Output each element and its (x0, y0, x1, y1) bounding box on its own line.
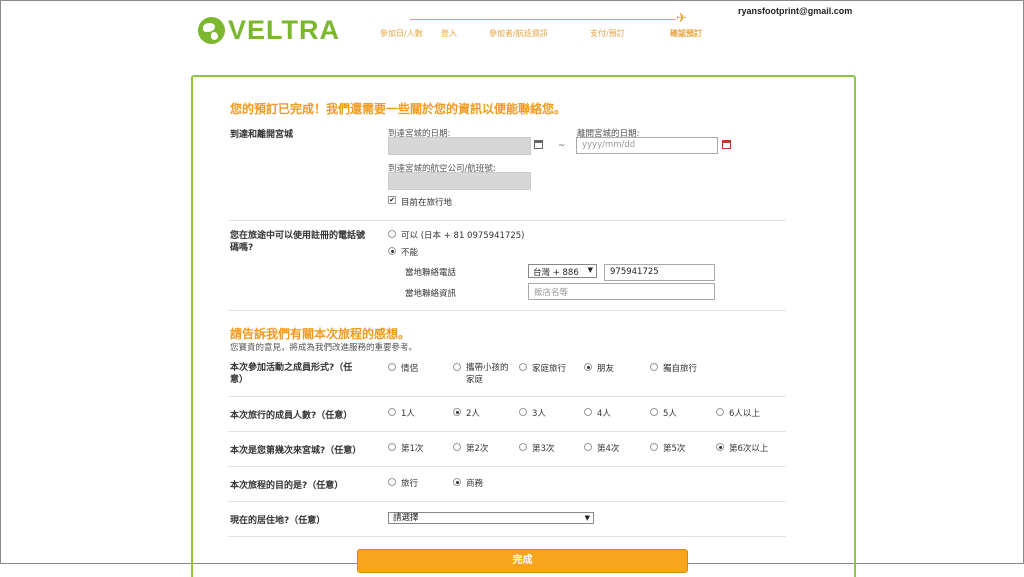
calendar-icon[interactable] (722, 140, 731, 149)
group-size-radio[interactable] (388, 408, 396, 416)
phone-no-label: 不能 (401, 248, 419, 258)
phone-no-radio[interactable] (388, 247, 396, 255)
purpose-option: 商務 (466, 479, 484, 489)
user-email[interactable]: ryansfootprint@gmail.com (738, 6, 852, 16)
companion-option: 攜帶小孩的家庭 (466, 363, 509, 385)
residence-question-label: 現在的居住地?（任意） (230, 516, 326, 526)
group-size-option: 1人 (401, 409, 415, 419)
step-date: 參加日/人數 (380, 29, 423, 38)
phone-question-label: 您在旅途中可以使用註冊的電話號碼嗎? (230, 231, 366, 253)
hotel-input[interactable]: 飯店名等 (528, 283, 715, 300)
group-size-option: 5人 (663, 409, 677, 419)
group-size-question-label: 本次旅行的成員人數?（任意） (230, 411, 353, 421)
visits-option: 第6次以上 (729, 444, 769, 454)
visits-radio[interactable] (388, 443, 396, 451)
step-participant: 參加者/航班資訊 (489, 29, 548, 38)
divider (228, 310, 786, 311)
veltra-logo[interactable]: VELTRA (198, 15, 340, 45)
purpose-question-label: 本次旅程的目的是?（任意） (230, 481, 344, 491)
local-contact-label: 當地聯絡資訊 (405, 289, 457, 299)
visits-radio[interactable] (650, 443, 658, 451)
companion-option: 情侶 (401, 364, 419, 374)
companion-radio[interactable] (388, 363, 396, 371)
globe-icon (198, 16, 225, 44)
divider (228, 396, 786, 397)
divider (228, 431, 786, 432)
group-size-radio[interactable] (453, 408, 461, 416)
group-size-option: 4人 (597, 409, 611, 419)
group-size-radio[interactable] (519, 408, 527, 416)
airline-input[interactable] (388, 172, 531, 190)
step-payment: 支付/預訂 (590, 29, 625, 38)
visits-option: 第1次 (401, 444, 424, 454)
dropdown-caret-icon: ▼ (587, 266, 593, 274)
arrival-date-input[interactable] (388, 137, 531, 155)
feedback-subtitle: 您寶貴的意見，將成為我們改進服務的重要參考。 (230, 343, 418, 353)
visits-option: 第2次 (466, 444, 489, 454)
purpose-option: 旅行 (401, 479, 419, 489)
dropdown-caret-icon: ▼ (584, 514, 590, 522)
step-confirm: 確認預訂 (670, 29, 702, 38)
group-size-option: 2人 (466, 409, 480, 419)
companion-option: 朋友 (597, 364, 615, 374)
completion-title: 您的預訂已完成！我們還需要一些關於您的資訊以便能聯絡您。 (230, 102, 567, 116)
departure-date-input[interactable]: yyyy/mm/dd (576, 137, 718, 154)
visits-option: 第4次 (597, 444, 620, 454)
visits-radio[interactable] (519, 443, 527, 451)
companion-question-label: 本次參加活動之成員形式?（任意） (230, 363, 353, 385)
phone-yes-label: 可以 (日本 + 81 0975941725) (401, 231, 525, 241)
group-size-radio[interactable] (716, 408, 724, 416)
divider (228, 501, 786, 502)
feedback-title: 請告訴我們有關本次旅程的感想。 (230, 327, 411, 341)
companion-radio[interactable] (650, 363, 658, 371)
logo-text: VELTRA (228, 14, 340, 45)
visits-radio[interactable] (453, 443, 461, 451)
divider (228, 220, 786, 221)
calendar-icon[interactable] (534, 140, 543, 149)
submit-button[interactable]: 完成 (357, 549, 688, 573)
arrival-departure-label: 到達和離開宮城 (230, 130, 294, 140)
companion-radio[interactable] (519, 363, 527, 371)
step-login: 登入 (441, 29, 457, 38)
visits-option: 第3次 (532, 444, 555, 454)
purpose-radio[interactable] (388, 478, 396, 486)
visits-option: 第5次 (663, 444, 686, 454)
group-size-option: 6人以上 (729, 409, 760, 419)
companion-radio[interactable] (453, 363, 461, 371)
residence-select[interactable]: 請選擇 ▼ (388, 512, 594, 524)
divider (228, 536, 786, 537)
traveling-checkbox[interactable]: ✔ (388, 196, 396, 204)
progress-line (410, 19, 676, 20)
local-phone-input[interactable]: 975941725 (604, 264, 715, 281)
companion-option: 家庭旅行 (532, 364, 567, 374)
residence-select-value: 請選擇 (393, 513, 419, 523)
local-phone-label: 當地聯絡電話 (405, 268, 457, 278)
country-code-value: 台灣 + 886 (533, 268, 579, 278)
traveling-label: 目前在旅行地 (401, 198, 453, 208)
group-size-radio[interactable] (584, 408, 592, 416)
divider (228, 466, 786, 467)
plane-icon: ✈ (676, 11, 687, 26)
visits-question-label: 本次是您第幾次來宮城?（任意） (230, 446, 362, 456)
visits-radio[interactable] (716, 443, 724, 451)
country-code-select[interactable]: 台灣 + 886 ▼ (528, 264, 597, 278)
companion-radio[interactable] (584, 363, 592, 371)
purpose-radio[interactable] (453, 478, 461, 486)
group-size-option: 3人 (532, 409, 546, 419)
group-size-radio[interactable] (650, 408, 658, 416)
visits-radio[interactable] (584, 443, 592, 451)
date-range-separator: ~ (558, 141, 566, 151)
companion-option: 獨自旅行 (663, 364, 698, 374)
phone-yes-radio[interactable] (388, 230, 396, 238)
